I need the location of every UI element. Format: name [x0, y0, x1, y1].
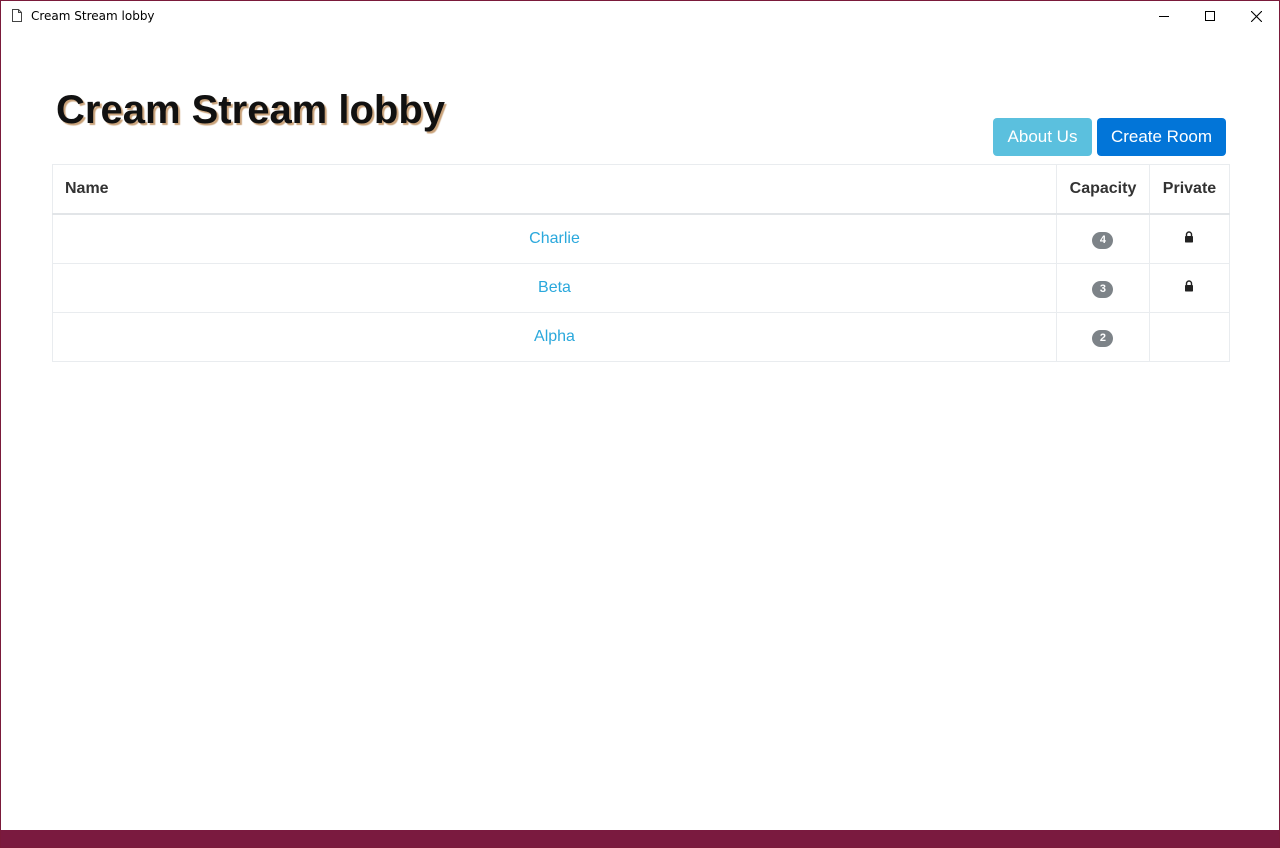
- page-title: Cream Stream lobby: [56, 88, 446, 132]
- name-column-header: Name: [52, 164, 1057, 215]
- capacity-cell: 4: [1056, 213, 1150, 264]
- table-row: Beta 3: [52, 263, 1231, 313]
- table-row: Alpha 2: [52, 312, 1231, 362]
- capacity-badge: 2: [1092, 329, 1114, 347]
- private-cell: [1148, 213, 1231, 264]
- room-name-cell: Beta: [52, 263, 1057, 313]
- title-bar[interactable]: Cream Stream lobby: [1, 1, 1279, 31]
- lock-icon: [1185, 280, 1194, 292]
- minimize-button[interactable]: [1141, 1, 1187, 31]
- capacity-badge: 4: [1092, 231, 1114, 249]
- close-button[interactable]: [1233, 1, 1279, 31]
- rooms-table: Name Capacity Private Charlie 4 Beta 3 A…: [52, 164, 1231, 362]
- room-link-beta[interactable]: Beta: [538, 279, 571, 296]
- room-link-charlie[interactable]: Charlie: [529, 230, 580, 247]
- maximize-icon: [1205, 11, 1215, 21]
- table-body: Charlie 4 Beta 3 Alpha 2: [52, 213, 1231, 362]
- table-row: Charlie 4: [52, 213, 1231, 264]
- capacity-column-header: Capacity: [1056, 164, 1150, 215]
- room-name-cell: Charlie: [52, 213, 1057, 264]
- window-title: Cream Stream lobby: [31, 9, 155, 23]
- private-column-header: Private: [1148, 164, 1231, 215]
- lock-icon: [1185, 231, 1194, 243]
- table-header: Name Capacity Private: [52, 164, 1231, 215]
- close-icon: [1250, 10, 1262, 22]
- capacity-cell: 2: [1056, 312, 1150, 362]
- private-cell: [1148, 263, 1231, 313]
- window-controls: [1141, 1, 1279, 31]
- app-window: Cream Stream lobby Cream Stream lobby Ab…: [0, 0, 1280, 848]
- minimize-icon: [1159, 16, 1169, 17]
- header-row: Name Capacity Private: [52, 164, 1231, 215]
- bottom-status-bar: [1, 830, 1279, 847]
- room-name-cell: Alpha: [52, 312, 1057, 362]
- private-cell: [1148, 312, 1231, 362]
- maximize-button[interactable]: [1187, 1, 1233, 31]
- document-icon: [12, 9, 22, 22]
- capacity-badge: 3: [1092, 280, 1114, 298]
- create-room-button[interactable]: Create Room: [1097, 118, 1226, 156]
- about-us-button[interactable]: About Us: [993, 118, 1092, 156]
- room-link-alpha[interactable]: Alpha: [534, 328, 575, 345]
- capacity-cell: 3: [1056, 263, 1150, 313]
